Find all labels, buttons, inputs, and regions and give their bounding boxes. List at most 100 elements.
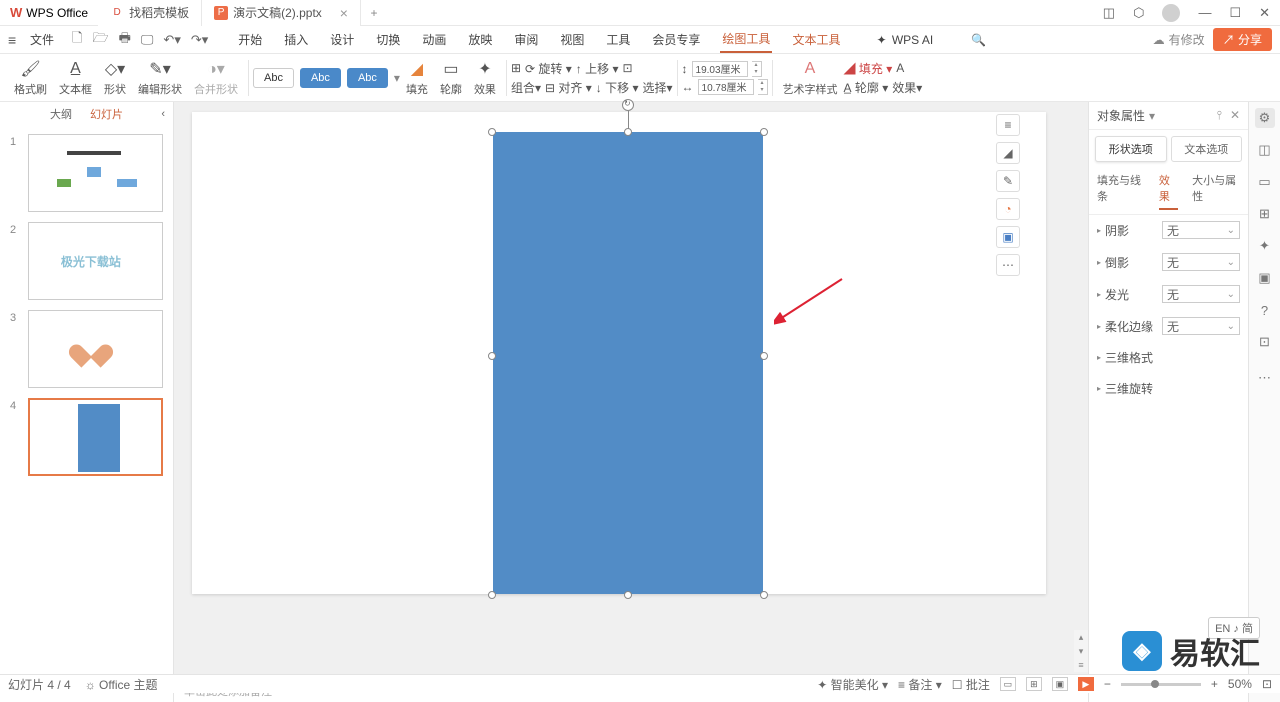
undo-icon[interactable]: ↶▾ [163,32,180,48]
tab-review[interactable]: 审阅 [512,27,540,52]
rectangle-shape[interactable] [493,132,763,594]
subtab-fill-line[interactable]: 填充与线条 [1097,172,1145,210]
text-fill[interactable]: ◢ 填充 ▾ [844,60,893,77]
resize-handle[interactable] [488,352,496,360]
view-normal[interactable]: ▭ [1000,677,1016,691]
slide-thumb-4[interactable] [28,398,163,476]
slide-canvas[interactable] [192,112,1046,594]
help-icon[interactable]: ? [1255,300,1275,320]
new-tab-button[interactable]: + [361,0,387,26]
beautify-button[interactable]: ✦ 智能美化 ▾ [817,676,888,693]
layout-icon[interactable]: ⊞ [1255,204,1275,224]
properties-icon[interactable]: ⚙ [1255,108,1275,128]
zoom-out[interactable]: − [1104,677,1111,691]
zoom-slider[interactable] [1121,683,1201,686]
scroll-menu-icon[interactable]: ≡ [1074,658,1088,672]
reflection-select[interactable]: 无 [1162,253,1240,271]
shadow-label[interactable]: 阴影 [1105,222,1129,239]
style-preset-1[interactable]: Abc [253,68,294,88]
tab-transition[interactable]: 切换 [374,27,402,52]
glow-label[interactable]: 发光 [1105,286,1129,303]
redo-icon[interactable]: ↷▾ [191,32,208,48]
shape-styles[interactable]: Abc Abc Abc ▾ [253,68,400,88]
template-tab[interactable]: D找稻壳模板 [98,0,202,26]
pin-icon[interactable]: ⫯ [1217,108,1222,123]
close-tab-icon[interactable]: × [340,5,348,21]
slides-tab[interactable]: 幻灯片 [90,106,123,122]
theme-status[interactable]: ☼ Office 主题 [85,676,158,693]
view-sorter[interactable]: ⊞ [1026,677,1042,691]
close-icon[interactable]: ✕ [1259,5,1270,21]
design-icon[interactable]: ▭ [1255,172,1275,192]
print-icon[interactable]: 🖶 [119,29,131,51]
view-slideshow[interactable]: ▶ [1078,677,1094,691]
tab-text-tools[interactable]: 文本工具 [790,27,842,52]
up-dd[interactable]: ↑ 上移 ▾ [576,60,619,77]
outline-tab[interactable]: 大纲 [50,106,72,122]
vertical-scrollbar[interactable]: ▴▾≡ [1074,102,1088,678]
resize-handle[interactable] [760,352,768,360]
tab-insert[interactable]: 插入 [282,27,310,52]
rotate-dd[interactable]: ⟳ 旋转 ▾ [525,60,572,77]
tab-home[interactable]: 开始 [236,27,264,52]
collapse-panel-icon[interactable]: ‹ [161,108,165,120]
fit-icon[interactable]: ⊡ [1262,677,1272,691]
3drotation-label[interactable]: 三维旋转 [1105,380,1153,397]
down-dd[interactable]: ↓ 下移 ▾ [596,79,639,96]
minimize-icon[interactable]: — [1198,5,1211,20]
reflection-label[interactable]: 倒影 [1105,254,1129,271]
search-icon[interactable]: 🔍 [969,29,988,51]
fill-button[interactable]: ◢填充 [400,56,434,100]
slide-thumb-2[interactable]: 极光下载站 [28,222,163,300]
tab-slideshow[interactable]: 放映 [466,27,494,52]
zoom-value[interactable]: 50% [1228,677,1252,691]
more-icon[interactable]: ⋯ [996,254,1020,276]
document-tab[interactable]: P演示文稿(2).pptx× [202,0,361,26]
tab-tools[interactable]: 工具 [604,27,632,52]
maximize-icon[interactable]: ☐ [1229,5,1241,21]
shape-tool-icon[interactable]: ◔ [996,198,1020,220]
select-icon[interactable]: ⊡ [622,61,632,75]
tab-drawing-tools[interactable]: 绘图工具 [720,26,772,53]
3dformat-label[interactable]: 三维格式 [1105,349,1153,366]
close-panel-icon[interactable]: ✕ [1230,108,1240,123]
merge-shape-button[interactable]: ◑▾合并形状 [188,56,244,100]
shape-button[interactable]: ◇▾形状 [98,56,132,100]
tab-design[interactable]: 设计 [328,27,356,52]
height-input[interactable] [692,61,748,77]
selected-shape[interactable] [492,117,764,595]
preview-icon[interactable]: 🖵 [141,32,154,48]
resize-handle[interactable] [624,591,632,599]
tab-member[interactable]: 会员专享 [650,27,702,52]
subtab-effect[interactable]: 效果 [1159,172,1178,210]
shadow-select[interactable]: 无 [1162,221,1240,239]
save-icon[interactable]: 🗁 [92,29,108,51]
tab-animation[interactable]: 动画 [420,27,448,52]
slide-thumb-3[interactable] [28,310,163,388]
settings-icon[interactable]: ⊡ [1255,332,1275,352]
fill-tool-icon[interactable]: ◢ [996,142,1020,164]
avatar[interactable] [1162,4,1180,22]
effect-button[interactable]: ✦效果 [468,56,502,100]
outline-button[interactable]: ▭轮廓 [434,56,468,100]
view-reading[interactable]: ▣ [1052,677,1068,691]
panel-dropdown-icon[interactable]: ▾ [1149,109,1155,123]
notes-button[interactable]: ≡ 备注 ▾ [898,676,942,693]
text-effect-icon[interactable]: A [896,61,904,75]
softedge-select[interactable]: 无 [1162,317,1240,335]
shape-options-tab[interactable]: 形状选项 [1095,136,1167,162]
sync-status[interactable]: ☁ 有修改 [1153,31,1205,48]
align-dd[interactable]: ⊟ 对齐 ▾ [545,79,592,96]
resize-handle[interactable] [760,128,768,136]
share-button[interactable]: ↗ 分享 [1213,28,1272,51]
wps-ai[interactable]: ✦ WPS AI [874,29,937,51]
cube-icon[interactable]: ⬡ [1133,5,1144,21]
glow-select[interactable]: 无 [1162,285,1240,303]
text-outline[interactable]: A̲ 轮廓 ▾ [844,79,889,96]
layers-icon[interactable]: ≡ [996,114,1020,136]
scroll-down-icon[interactable]: ▾ [1074,644,1088,658]
textbox-button[interactable]: A̲文本框 [53,56,98,100]
width-input[interactable] [698,79,754,95]
format-painter[interactable]: 🖌格式刷 [8,56,53,100]
resize-handle[interactable] [624,128,632,136]
